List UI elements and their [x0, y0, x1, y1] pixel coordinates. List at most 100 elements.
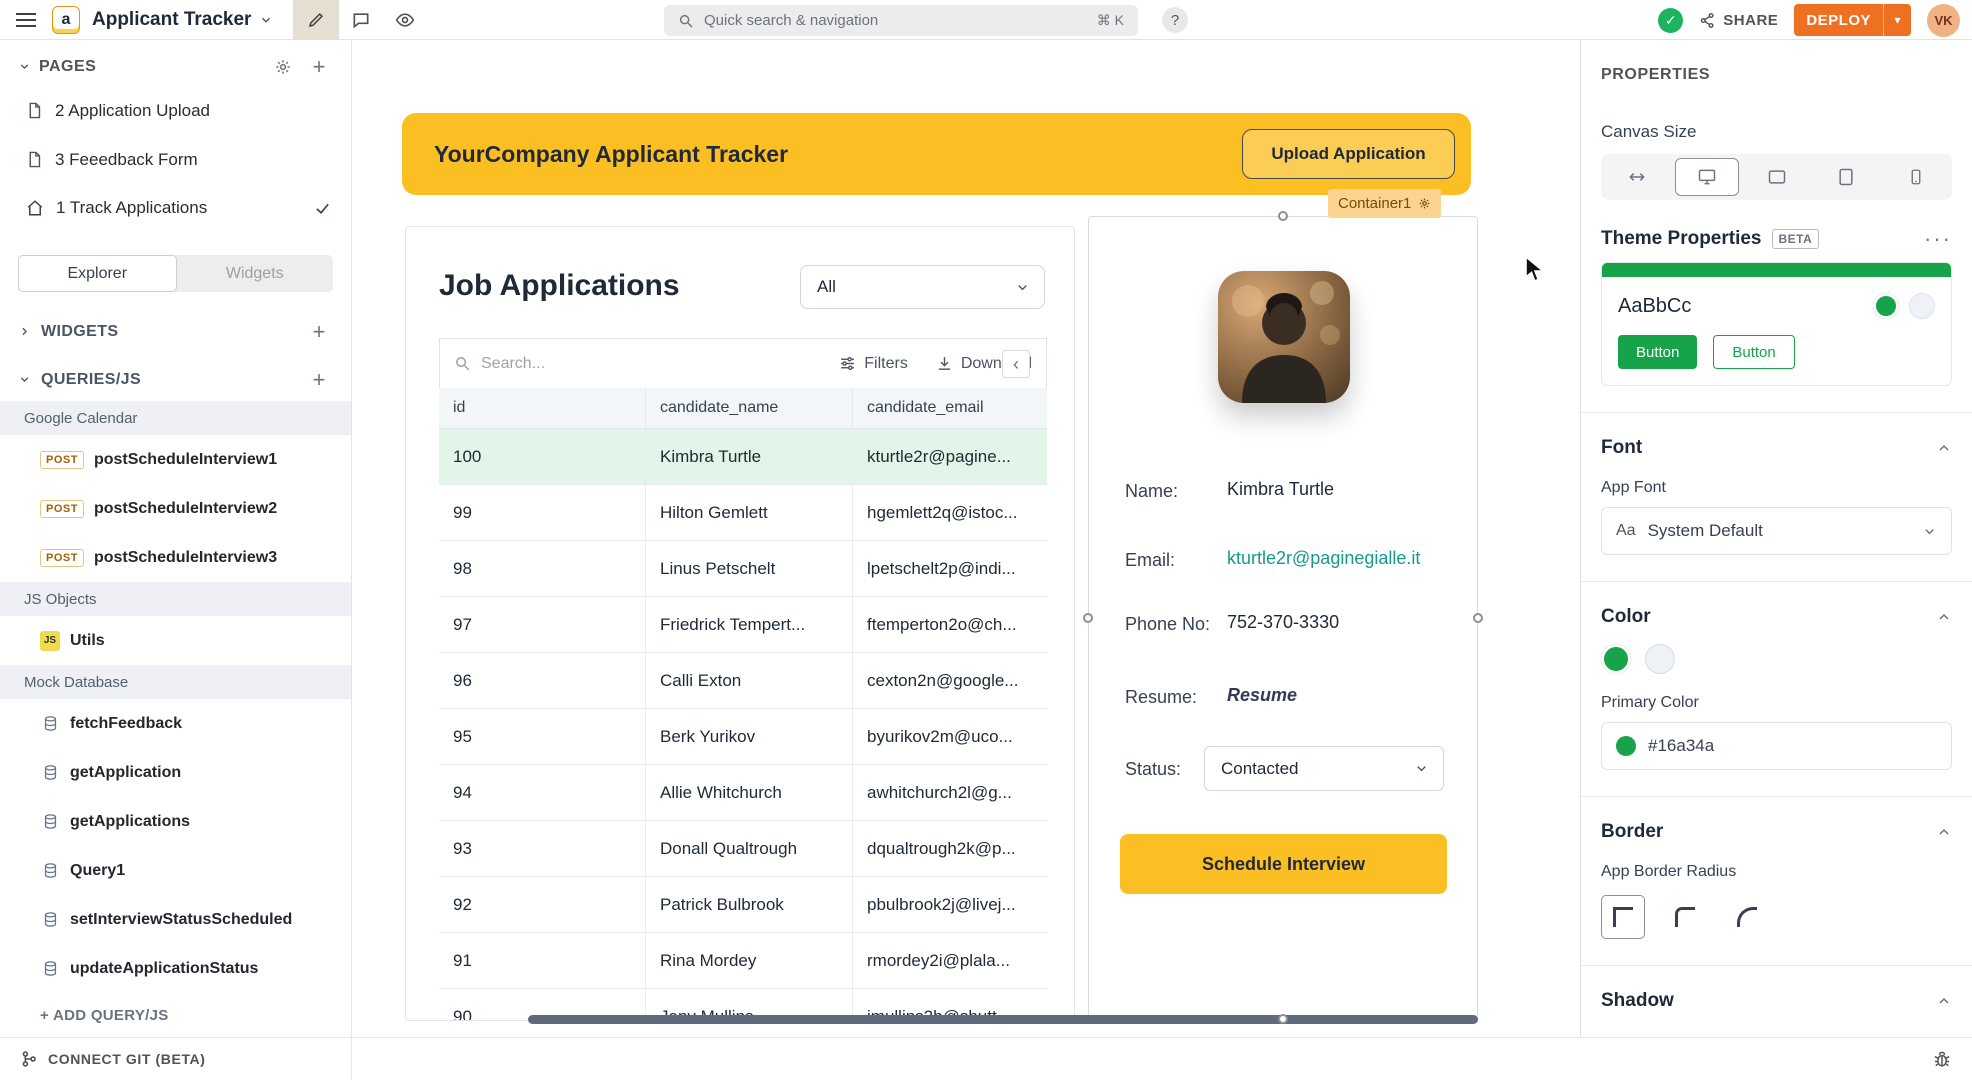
tab-explorer[interactable]: Explorer [18, 255, 177, 292]
add-query-plus-button[interactable]: + [305, 366, 333, 394]
debug-bug-icon[interactable] [1932, 1049, 1952, 1069]
resize-handle-left[interactable] [1083, 613, 1093, 623]
share-button[interactable]: SHARE [1699, 12, 1778, 29]
table-search-input[interactable] [481, 355, 651, 373]
table-cell: 93 [439, 821, 646, 877]
query-item[interactable]: fetchFeedback [0, 699, 351, 748]
table-row[interactable]: 95Berk Yurikovbyurikov2m@uco... [439, 709, 1047, 765]
app-header-band[interactable]: YourCompany Applicant Tracker Upload App… [402, 113, 1471, 195]
add-query-js-button[interactable]: + ADD QUERY/JS [0, 993, 351, 1037]
font-section-header[interactable]: Font [1601, 437, 1952, 459]
table-row[interactable]: 93Donall Qualtroughdqualtrough2k@p... [439, 821, 1047, 877]
connect-git-button[interactable]: CONNECT GIT (BETA) [0, 1038, 352, 1080]
filters-button[interactable]: Filters [839, 355, 908, 373]
hamburger-menu-icon[interactable] [0, 0, 52, 40]
quick-search-input[interactable] [704, 12, 1087, 29]
deploy-button[interactable]: DEPLOY ▾ [1794, 4, 1911, 36]
canvas-size-tablet-landscape-button[interactable] [1745, 158, 1809, 196]
table-row[interactable]: 91Rina Mordeyrmordey2i@plala... [439, 933, 1047, 989]
table-header-cell[interactable]: candidate_name [646, 388, 853, 429]
quick-search[interactable]: ⌘ K [664, 5, 1138, 36]
page-icon [26, 150, 43, 169]
user-avatar[interactable]: VK [1927, 4, 1960, 37]
table-cell: Kimbra Turtle [646, 429, 853, 485]
canvas-size-mobile-button[interactable] [1884, 158, 1948, 196]
resize-handle-right[interactable] [1473, 613, 1483, 623]
edit-mode-tab[interactable] [293, 0, 339, 40]
border-section-header[interactable]: Border [1601, 821, 1952, 843]
theme-swatch-green[interactable] [1873, 293, 1899, 319]
sidebar-page-application-upload[interactable]: 2 Application Upload [0, 87, 351, 136]
upload-application-button[interactable]: Upload Application [1242, 129, 1455, 179]
color-swatch-green[interactable] [1601, 644, 1631, 674]
add-page-button[interactable]: + [305, 53, 333, 81]
container-selection-tag[interactable]: Container1 [1328, 189, 1441, 218]
radius-sharp-button[interactable] [1601, 895, 1645, 939]
chevron-down-icon[interactable] [18, 60, 31, 73]
theme-button-outline[interactable]: Button [1713, 335, 1794, 369]
check-icon [314, 200, 331, 217]
horizontal-scrollbar[interactable] [528, 1015, 1478, 1024]
sidebar-page-feedback-form[interactable]: 3 Feeedback Form [0, 135, 351, 184]
deploy-caret-icon[interactable]: ▾ [1883, 4, 1911, 36]
gear-icon[interactable] [1418, 197, 1431, 210]
theme-button-filled[interactable]: Button [1618, 335, 1697, 369]
help-button[interactable]: ? [1162, 7, 1188, 33]
resize-handle-top[interactable] [1278, 211, 1288, 221]
tab-widgets[interactable]: Widgets [177, 255, 334, 292]
color-swatch-pale[interactable] [1645, 644, 1675, 674]
color-section-header[interactable]: Color [1601, 606, 1952, 628]
comments-button[interactable] [339, 0, 383, 40]
app-font-select[interactable]: Aa System Default [1601, 507, 1952, 555]
chevron-down-icon[interactable] [259, 13, 273, 27]
widgets-section-header[interactable]: WIDGETS + [0, 310, 351, 354]
table-row[interactable]: 100Kimbra Turtlekturtle2r@pagine... [439, 429, 1047, 485]
query-item[interactable]: getApplications [0, 797, 351, 846]
phone-value: 752-370-3330 [1227, 612, 1339, 636]
status-filter-select[interactable]: All [800, 265, 1045, 309]
query-item[interactable]: JSUtils [0, 616, 351, 665]
connect-git-label: CONNECT GIT (BETA) [48, 1051, 206, 1067]
page-label: 3 Feeedback Form [55, 150, 198, 170]
query-item[interactable]: POSTpostScheduleInterview2 [0, 484, 351, 533]
canvas-size-desktop-button[interactable] [1675, 158, 1739, 196]
candidate-detail-card[interactable]: Name: Kimbra Turtle Email: kturtle2r@pag… [1088, 216, 1478, 1019]
table-row[interactable]: 97Friedrick Tempert...ftemperton2o@ch... [439, 597, 1047, 653]
table-row[interactable]: 99Hilton Gemletthgemlett2q@istoc... [439, 485, 1047, 541]
query-item[interactable]: POSTpostScheduleInterview1 [0, 435, 351, 484]
resume-link[interactable]: Resume [1227, 685, 1297, 709]
primary-color-input[interactable]: #16a34a [1601, 722, 1952, 770]
git-branch-icon [20, 1050, 38, 1068]
query-item[interactable]: updateApplicationStatus [0, 944, 351, 993]
canvas-size-fluid-button[interactable] [1605, 158, 1669, 196]
shadow-section-header[interactable]: Shadow [1601, 990, 1952, 1012]
table-header-cell[interactable]: id [439, 388, 646, 429]
collapse-panel-button[interactable]: ‹ [1002, 350, 1030, 378]
query-item[interactable]: Query1 [0, 846, 351, 895]
add-widget-button[interactable]: + [305, 318, 333, 346]
table-row[interactable]: 98Linus Petscheltlpetschelt2p@indi... [439, 541, 1047, 597]
pages-settings-button[interactable] [269, 53, 297, 81]
theme-swatch-pale[interactable] [1909, 293, 1935, 319]
table-header-cell[interactable]: candidate_email [853, 388, 1047, 429]
table-row[interactable]: 96Calli Extoncexton2n@google... [439, 653, 1047, 709]
color-section-label: Color [1601, 606, 1651, 628]
pencil-icon [307, 11, 325, 29]
query-item[interactable]: setInterviewStatusScheduled [0, 895, 351, 944]
resize-handle-bottom[interactable] [1278, 1014, 1288, 1024]
name-value: Kimbra Turtle [1227, 479, 1334, 503]
table-row[interactable]: 92Patrick Bulbrookpbulbrook2j@livej... [439, 877, 1047, 933]
preview-button[interactable] [383, 0, 427, 40]
query-item[interactable]: getApplication [0, 748, 351, 797]
sidebar-page-track-applications[interactable]: 1 Track Applications [0, 184, 351, 233]
chevron-down-icon [1922, 524, 1937, 539]
table-row[interactable]: 94Allie Whitchurchawhitchurch2l@g... [439, 765, 1047, 821]
radius-rounded-button[interactable] [1663, 895, 1707, 939]
canvas-size-tablet-button[interactable] [1814, 158, 1878, 196]
email-link[interactable]: kturtle2r@paginegialle.it [1227, 548, 1420, 572]
radius-round-button[interactable] [1725, 895, 1769, 939]
query-item[interactable]: POSTpostScheduleInterview3 [0, 533, 351, 582]
status-select[interactable]: Contacted [1204, 746, 1444, 791]
queries-section-header[interactable]: QUERIES/JS + [0, 358, 351, 402]
schedule-interview-button[interactable]: Schedule Interview [1120, 834, 1447, 894]
